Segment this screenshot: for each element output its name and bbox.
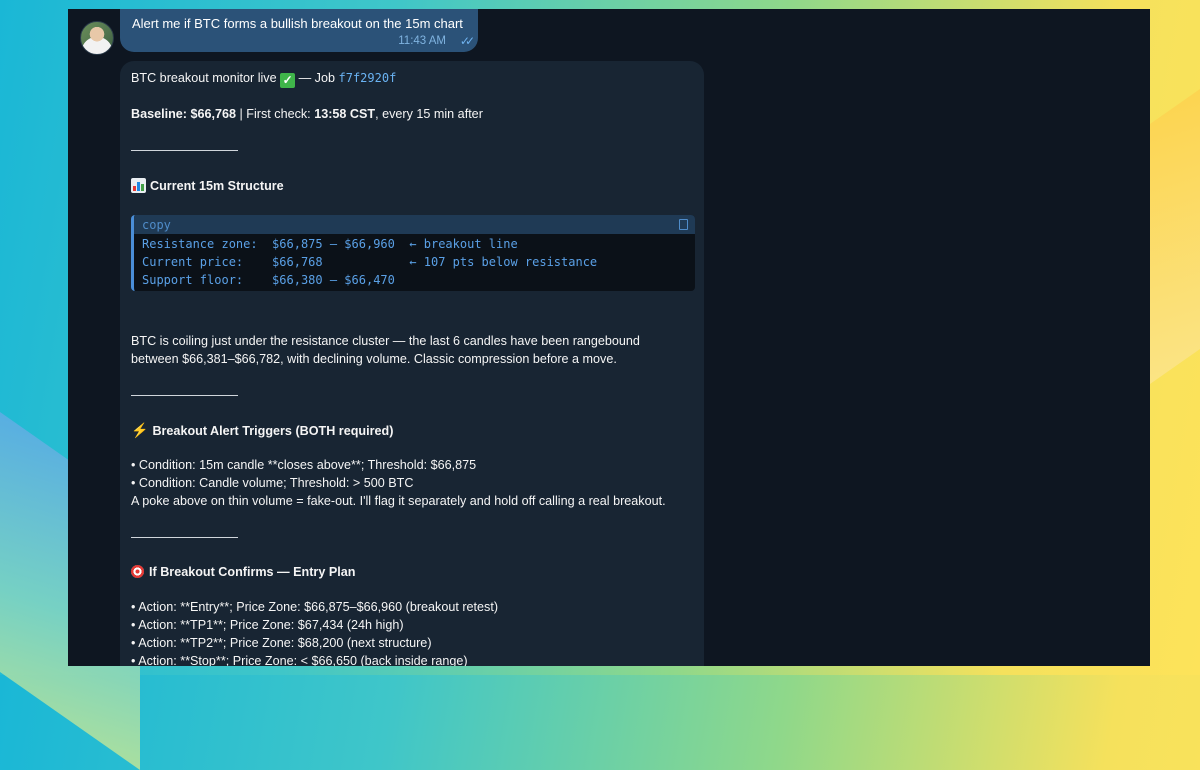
plan-item: • Action: **TP2**; Price Zone: $68,200 (… [131,636,432,650]
first-check-time: 13:58 CST [314,107,376,121]
baseline-line: Baseline: $66,768 | First check: 13:58 C… [131,107,483,121]
code-block-header: copy [134,215,695,234]
code-line-current-price: Current price: $66,768 ← 107 pts below r… [142,255,598,269]
divider [131,537,238,538]
section-title-triggers: ⚡ Breakout Alert Triggers (BOTH required) [131,422,393,439]
analysis-line-2: between $66,381–$66,782, with declining … [131,352,617,366]
copy-label[interactable]: copy [142,218,171,232]
message-time: 11:43 AM [398,35,446,47]
first-check-label: | First check: [236,107,315,121]
plan-item: • Action: **Entry**; Price Zone: $66,875… [131,600,499,614]
code-line-support: Support floor: $66,380 – $66,470 [142,273,395,287]
avatar[interactable] [80,21,114,55]
copy-icon[interactable] [679,219,688,230]
section-title-text: If Breakout Confirms — Entry Plan [149,565,356,579]
section-title-text: Current 15m Structure [150,179,284,193]
plan-item: • Action: **TP1**; Price Zone: $67,434 (… [131,618,404,632]
code-line-resistance: Resistance zone: $66,875 – $66,960 ← bre… [142,237,518,251]
baseline-value: Baseline: $66,768 [131,107,237,121]
outgoing-message[interactable]: Alert me if BTC forms a bullish breakout… [120,9,478,52]
chat-window: Alert me if BTC forms a bullish breakout… [68,9,1150,666]
check-frequency: , every 15 min after [375,107,483,121]
read-receipt-icon: ✓✓ [459,34,475,48]
section-title-text: Breakout Alert Triggers (BOTH required) [152,424,394,438]
section-title-entry-plan: If Breakout Confirms — Entry Plan [131,565,355,579]
incoming-message[interactable]: BTC breakout monitor live ✓ — Job f7f292… [120,61,704,666]
trigger-item: • Condition: Candle volume; Threshold: >… [131,476,414,490]
trigger-note: A poke above on thin volume = fake-out. … [131,494,666,508]
code-block[interactable]: copy Resistance zone: $66,875 – $66,960 … [131,215,695,291]
intro-text: BTC breakout monitor live [131,71,277,85]
trigger-item: • Condition: 15m candle **closes above**… [131,458,477,472]
outgoing-message-text: Alert me if BTC forms a bullish breakout… [132,16,463,31]
plan-item: • Action: **Stop**; Price Zone: < $66,65… [131,654,468,666]
target-icon [131,565,144,578]
section-title-structure: Current 15m Structure [131,178,284,193]
analysis-line-1: BTC is coiling just under the resistance… [131,334,640,348]
job-id-link[interactable]: f7f2920f [339,71,397,85]
bar-chart-icon [131,178,146,193]
divider [131,150,238,151]
check-mark-icon: ✓ [280,73,296,88]
monitor-intro: BTC breakout monitor live ✓ — Job f7f292… [131,71,396,88]
divider [131,395,238,396]
lightning-icon: ⚡ [131,422,149,438]
intro-separator: — Job [295,71,339,85]
